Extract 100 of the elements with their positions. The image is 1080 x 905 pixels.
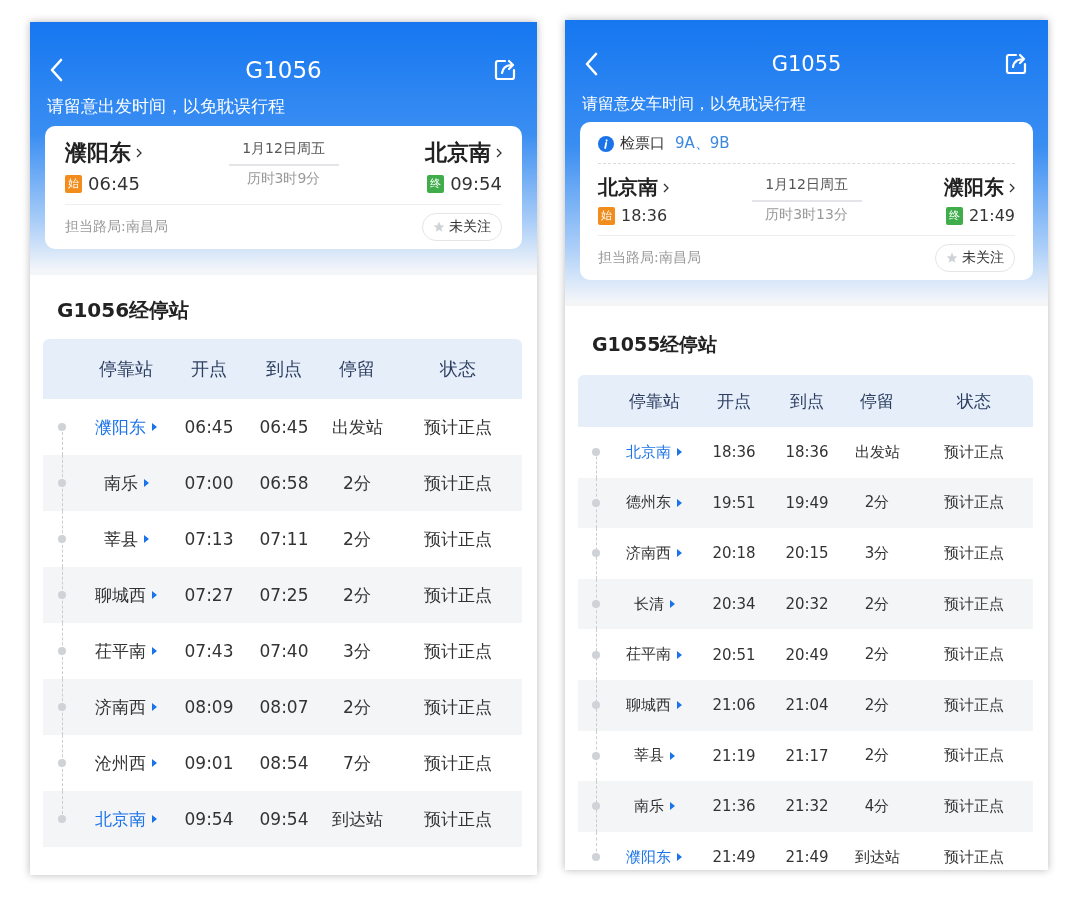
station-link[interactable]: 茌平南	[626, 645, 671, 665]
caret-icon	[677, 853, 682, 862]
table-cell-text: 19:49	[784, 493, 830, 512]
table-cell-text: 7分	[342, 751, 372, 775]
departure-station[interactable]: 濮阳东	[65, 138, 131, 168]
share-icon[interactable]	[1004, 52, 1028, 76]
caret-icon	[152, 759, 157, 767]
info-icon	[598, 135, 614, 152]
travel-duration: 历时3时9分	[246, 170, 321, 188]
table-cell-text: 3分	[863, 544, 891, 563]
table-cell-text: 2分	[863, 645, 891, 665]
station-link[interactable]: 北京南	[626, 442, 671, 462]
back-icon[interactable]	[49, 58, 63, 82]
station-link[interactable]: 南乐	[633, 796, 664, 816]
departure-time: 18:36	[621, 206, 668, 225]
table-cell-text: 09:54	[258, 809, 310, 829]
column-header: 到点	[265, 357, 303, 381]
end-badge: 终	[945, 206, 963, 225]
arrival-station[interactable]: 北京南	[425, 138, 491, 168]
star-icon	[946, 252, 958, 264]
station-link[interactable]: 濮阳东	[626, 847, 671, 867]
table-cell-text: 4分	[863, 796, 891, 816]
stop-dot	[592, 498, 600, 507]
station-link[interactable]: 南乐	[103, 471, 138, 495]
station-link[interactable]: 莘县	[103, 527, 138, 551]
table-cell-text: 08:54	[258, 753, 310, 773]
station-link[interactable]: 北京南	[95, 807, 146, 831]
star-icon	[433, 221, 445, 233]
table-cell-text: 预计正点	[942, 746, 1005, 766]
station-link[interactable]: 沧州西	[95, 751, 146, 775]
table-cell-text: 18:36	[784, 443, 830, 462]
travel-duration: 历时3时13分	[765, 206, 848, 224]
table-cell-text: 预计正点	[422, 527, 493, 551]
table-cell-text: 06:58	[258, 473, 310, 493]
station-link[interactable]: 德州东	[626, 493, 671, 513]
arrival-station[interactable]: 濮阳东	[944, 174, 1004, 201]
station-link[interactable]: 濮阳东	[95, 415, 146, 439]
chevron-icon	[1009, 182, 1015, 193]
station-link[interactable]: 茌平南	[95, 639, 146, 663]
caret-icon	[152, 815, 157, 823]
station-link[interactable]: 济南西	[626, 544, 671, 563]
table-cell-text: 预计正点	[942, 594, 1005, 614]
bureau-text: 担当路局:南昌局	[65, 218, 168, 236]
table-cell-text: 预计正点	[942, 847, 1005, 867]
station-link[interactable]: 济南西	[95, 695, 146, 719]
table-cell-text: 08:09	[183, 697, 235, 717]
travel-date: 1月12日周五	[242, 140, 325, 158]
caret-icon	[143, 535, 149, 543]
table-cell-text: 2分	[342, 695, 372, 719]
station-link[interactable]: 聊城西	[626, 695, 671, 715]
share-icon[interactable]	[493, 58, 517, 82]
table-cell-text: 09:54	[183, 809, 235, 829]
follow-button[interactable]: 未关注	[935, 244, 1015, 272]
column-header: 状态	[438, 357, 477, 381]
departure-station[interactable]: 北京南	[598, 174, 658, 201]
table-cell-text: 21:06	[711, 696, 757, 715]
table-cell-text: 20:49	[784, 645, 830, 664]
table-cell-text: 2分	[342, 471, 372, 495]
stop-dot	[58, 703, 66, 711]
column-header: 到点	[789, 389, 825, 413]
station-link[interactable]: 莘县	[633, 746, 664, 766]
table-cell-text: 2分	[342, 583, 372, 607]
stop-dot	[592, 600, 600, 609]
end-badge: 终	[427, 174, 445, 193]
table-cell-text: 预计正点	[942, 493, 1005, 513]
table-cell-text: 21:36	[711, 797, 757, 816]
caret-icon	[152, 591, 157, 599]
travel-date: 1月12日周五	[765, 176, 848, 194]
follow-button[interactable]: 未关注	[422, 213, 502, 241]
table-cell-text: 预计正点	[422, 415, 493, 439]
station-link[interactable]: 聊城西	[95, 583, 146, 607]
caret-icon	[677, 448, 682, 457]
table-cell-text: 预计正点	[422, 695, 493, 719]
table-cell-text: 出发站	[330, 415, 384, 439]
column-header: 开点	[190, 357, 228, 381]
table-cell-text: 3分	[342, 639, 372, 663]
table-cell-text: 19:51	[711, 493, 757, 512]
column-header: 开点	[716, 389, 752, 413]
table-cell-text: 21:32	[784, 797, 830, 816]
caret-icon	[152, 423, 157, 431]
table-cell-text: 20:32	[784, 595, 830, 614]
chevron-icon	[136, 148, 142, 158]
table-cell-text: 预计正点	[942, 442, 1005, 462]
column-header: 停留	[859, 389, 895, 413]
table-cell-text: 07:25	[258, 585, 310, 605]
chevron-icon	[496, 148, 502, 158]
checkin-label: 检票口	[620, 134, 665, 153]
back-icon[interactable]	[584, 52, 598, 76]
column-header: 停靠站	[98, 357, 154, 381]
table-cell-text: 出发站	[853, 442, 901, 462]
stop-dot	[592, 448, 600, 457]
table-cell-text: 08:07	[258, 697, 310, 717]
table-cell-text: 21:04	[784, 696, 830, 715]
station-link[interactable]: 长清	[633, 594, 664, 614]
stop-dot	[592, 853, 600, 862]
table-cell-text: 预计正点	[942, 695, 1005, 715]
table-cell-text: 07:40	[258, 641, 310, 661]
caret-icon	[677, 650, 682, 659]
column-header: 状态	[955, 389, 992, 413]
caret-icon	[152, 703, 157, 711]
